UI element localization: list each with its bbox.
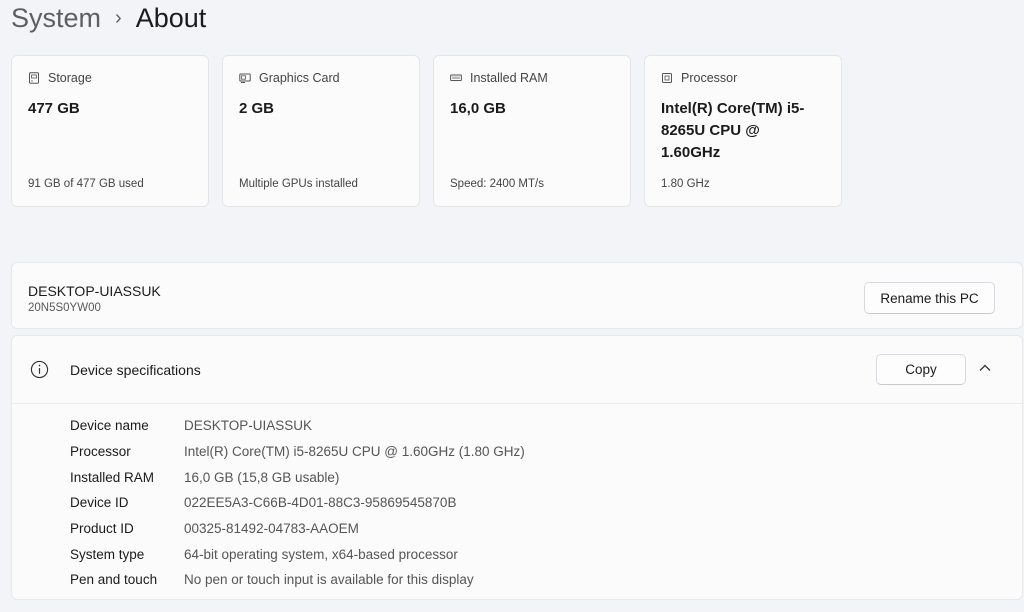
device-specifications-header[interactable]: Device specifications Copy xyxy=(12,336,1022,404)
spec-label: Device name xyxy=(70,418,149,434)
card-value: 16,0 GB xyxy=(450,100,506,117)
card-footer: Multiple GPUs installed xyxy=(239,178,358,190)
spec-row-installed-ram: Installed RAM 16,0 GB (15,8 GB usable) xyxy=(70,464,525,490)
spec-value: 022EE5A3-C66B-4D01-88C3-95869545870B xyxy=(184,495,457,511)
spec-value: 64-bit operating system, x64-based proce… xyxy=(184,546,458,562)
spec-row-system-type: System type 64-bit operating system, x64-… xyxy=(70,541,525,567)
spec-value: No pen or touch input is available for t… xyxy=(184,572,474,588)
spec-label: Processor xyxy=(70,444,131,460)
spec-row-product-id: Product ID 00325-81492-04783-AAOEM xyxy=(70,516,525,542)
card-title: Installed RAM xyxy=(470,71,548,85)
card-footer: Speed: 2400 MT/s xyxy=(450,178,544,190)
card-value: 2 GB xyxy=(239,100,275,117)
summary-cards: Storage 477 GB 91 GB of 477 GB used Grap… xyxy=(11,55,842,207)
graphics-card-icon xyxy=(239,73,251,83)
card-title: Processor xyxy=(681,71,738,85)
ram-card[interactable]: Installed RAM 16,0 GB Speed: 2400 MT/s xyxy=(433,55,631,207)
info-icon xyxy=(30,360,49,379)
card-footer: 91 GB of 477 GB used xyxy=(28,178,144,190)
breadcrumb-separator: › xyxy=(115,7,122,29)
spec-row-device-id: Device ID 022EE5A3-C66B-4D01-88C3-9586954… xyxy=(70,490,525,516)
spec-label: Product ID xyxy=(70,521,134,537)
processor-icon xyxy=(662,73,672,83)
copy-button[interactable]: Copy xyxy=(876,354,966,385)
pc-name: DESKTOP-UIASSUK xyxy=(28,283,161,299)
spec-label: System type xyxy=(70,546,145,562)
breadcrumb: System › About xyxy=(11,0,206,38)
rename-pc-button[interactable]: Rename this PC xyxy=(864,282,995,314)
spec-row-processor: Processor Intel(R) Core(TM) i5-8265U CPU … xyxy=(70,439,525,465)
spec-label: Device ID xyxy=(70,495,129,511)
card-value: 477 GB xyxy=(28,100,80,117)
ram-icon xyxy=(450,74,462,81)
spec-row-device-name: Device name DESKTOP-UIASSUK xyxy=(70,413,525,439)
page-title: About xyxy=(135,3,207,33)
storage-icon xyxy=(29,72,39,84)
spec-value: DESKTOP-UIASSUK xyxy=(184,418,313,434)
storage-card[interactable]: Storage 477 GB 91 GB of 477 GB used xyxy=(11,55,209,207)
bottom-strip xyxy=(0,600,1024,612)
card-footer: 1.80 GHz xyxy=(661,178,710,190)
card-value: Intel(R) Core(TM) i5-8265U CPU @ 1.60GHz xyxy=(661,100,805,161)
spec-rows: Device name DESKTOP-UIASSUK Processor Inte… xyxy=(70,413,525,593)
graphics-card-card[interactable]: Graphics Card 2 GB Multiple GPUs install… xyxy=(222,55,420,207)
device-specifications-panel: Device specifications Copy Device name DE… xyxy=(11,335,1023,600)
chevron-up-icon[interactable] xyxy=(978,361,992,375)
card-title: Graphics Card xyxy=(259,71,340,85)
spec-value: Intel(R) Core(TM) i5-8265U CPU @ 1.60GHz… xyxy=(184,444,525,460)
spec-row-pen-and-touch: Pen and touch No pen or touch input is av… xyxy=(70,567,525,593)
pc-name-row: DESKTOP-UIASSUK 20N5S0YW00 Rename this P… xyxy=(11,262,1023,329)
spec-value: 16,0 GB (15,8 GB usable) xyxy=(184,469,340,485)
card-title: Storage xyxy=(48,71,92,85)
spec-value: 00325-81492-04783-AAOEM xyxy=(184,521,359,537)
breadcrumb-system-link[interactable]: System xyxy=(11,0,101,38)
spec-label: Installed RAM xyxy=(70,469,155,485)
spec-label: Pen and touch xyxy=(70,572,158,588)
processor-card[interactable]: Processor Intel(R) Core(TM) i5-8265U CPU… xyxy=(644,55,842,207)
pc-model: 20N5S0YW00 xyxy=(28,302,101,314)
device-specifications-title: Device specifications xyxy=(70,362,201,378)
